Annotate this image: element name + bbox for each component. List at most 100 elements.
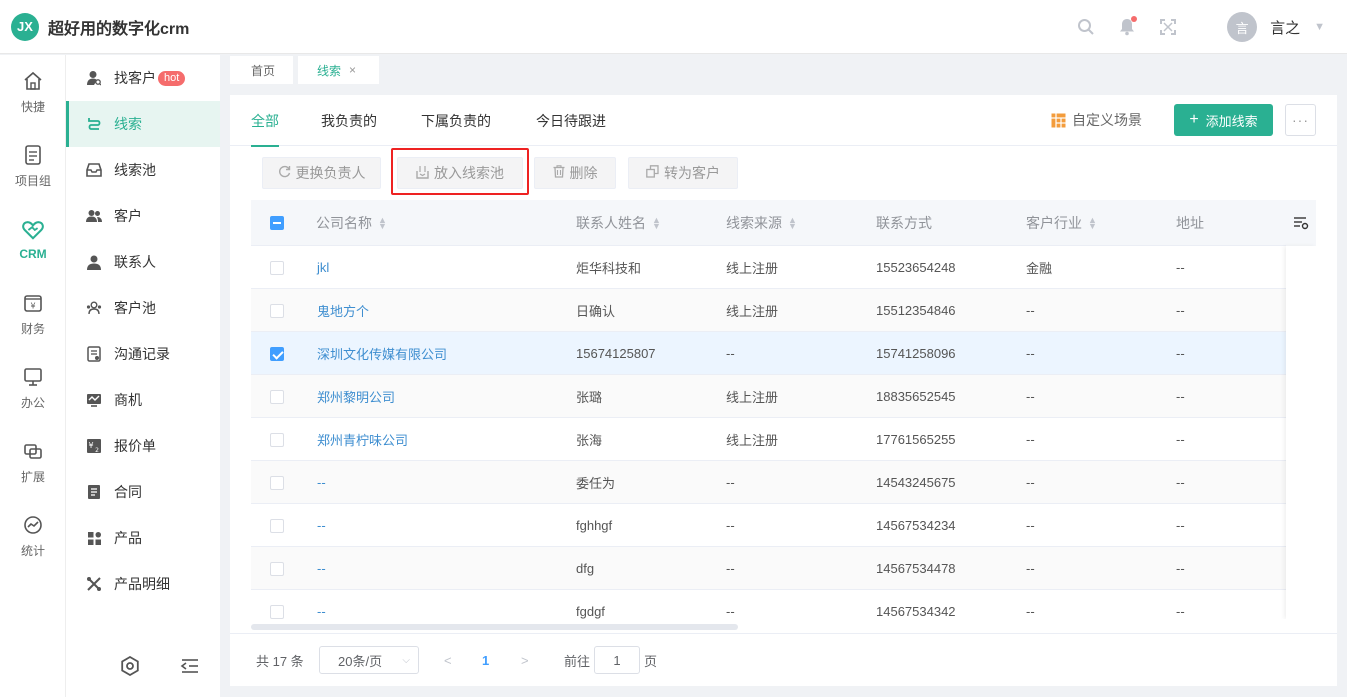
table-row[interactable]: 郑州青柠味公司 张海 线上注册 17761565255 -- --: [251, 418, 1316, 461]
submenu-item-find-customer[interactable]: 找客户 hot: [66, 55, 220, 101]
submenu-item-leads[interactable]: 线索: [66, 101, 220, 147]
row-checkbox[interactable]: [270, 519, 284, 533]
rail-label: 扩展: [20, 469, 45, 484]
next-page-icon[interactable]: >: [521, 653, 529, 668]
submenu-item-products[interactable]: 产品: [66, 515, 220, 561]
fullscreen-icon[interactable]: [1158, 17, 1178, 37]
rail-item-stats[interactable]: 统计: [0, 499, 66, 573]
change-owner-button[interactable]: 更换负责人: [262, 157, 381, 189]
delete-button[interactable]: 删除: [534, 157, 616, 189]
submenu-label: 产品明细: [114, 576, 170, 592]
company-name-link[interactable]: 郑州黎明公司: [317, 375, 395, 418]
contact-name: 炬华科技和: [576, 261, 642, 276]
prev-page-icon[interactable]: <: [444, 653, 452, 668]
company-name-link[interactable]: 深圳文化传媒有限公司: [317, 332, 447, 375]
add-lead-button[interactable]: + 添加线索: [1174, 104, 1273, 136]
table-row[interactable]: 鬼地方个 日确认 线上注册 15512354846 -- --: [251, 289, 1316, 332]
row-checkbox[interactable]: [270, 304, 284, 318]
industry: 金融: [1026, 261, 1053, 276]
submenu-item-customers[interactable]: 客户: [66, 193, 220, 239]
leads-table: 公司名称 ▲ ▼ 联系人姓名 ▲ ▼ 线索来源 ▲ ▼ 联系方式 客户行业 ▲ ▼ 地址: [251, 200, 1316, 619]
goto-page-input[interactable]: 1: [594, 646, 640, 674]
table-row[interactable]: -- 委任为 -- 14543245675 -- --: [251, 461, 1316, 504]
table-row[interactable]: jkl 炬华科技和 线上注册 15523654248 金融 --: [251, 246, 1316, 289]
user-name[interactable]: 言之: [1270, 17, 1300, 38]
contact-name: 张璐: [576, 390, 603, 405]
table-row[interactable]: -- fghhgf -- 14567534234 -- --: [251, 504, 1316, 547]
company-name-link[interactable]: --: [317, 504, 326, 547]
submenu-item-leads-pool[interactable]: 线索池: [66, 147, 220, 193]
custom-scene-button[interactable]: 自定义场景: [1051, 109, 1142, 131]
scene-tab-all[interactable]: 全部: [251, 95, 279, 147]
column-header[interactable]: 客户行业 ▲ ▼: [1026, 200, 1097, 246]
column-header[interactable]: 公司名称 ▲ ▼: [316, 200, 387, 246]
sort-icon[interactable]: ▲ ▼: [378, 216, 387, 231]
company-name-link[interactable]: --: [317, 547, 326, 590]
page-tab-home[interactable]: 首页: [230, 56, 293, 84]
lead-source: --: [726, 518, 735, 533]
avatar[interactable]: 言: [1227, 12, 1258, 42]
rail-item-project[interactable]: 项目组: [0, 129, 66, 203]
page-size-select[interactable]: 20条/页 ⌵: [319, 646, 419, 674]
address: --: [1176, 518, 1185, 533]
more-options-button[interactable]: ···: [1285, 104, 1316, 136]
convert-to-customer-button[interactable]: 转为客户: [628, 157, 738, 189]
select-all-checkbox[interactable]: [270, 216, 284, 230]
collapse-menu-icon[interactable]: [180, 656, 200, 676]
pagination: 共 17 条 20条/页 ⌵ < 1 > 前往 1 页: [230, 633, 1337, 686]
heart-handshake-icon: [22, 219, 44, 241]
contract-icon: [86, 484, 102, 500]
rail-item-finance[interactable]: ¥ 财务: [0, 277, 66, 351]
column-header[interactable]: 线索来源 ▲ ▼: [726, 200, 797, 246]
table-row[interactable]: 深圳文化传媒有限公司 15674125807 -- 15741258096 --…: [251, 332, 1316, 375]
rail-item-extend[interactable]: 扩展: [0, 425, 66, 499]
sort-icon[interactable]: ▲ ▼: [788, 216, 797, 231]
industry: --: [1026, 346, 1035, 361]
rail-item-crm[interactable]: CRM: [0, 203, 66, 277]
company-name-link[interactable]: --: [317, 590, 326, 619]
company-name-link[interactable]: 郑州青柠味公司: [317, 418, 408, 461]
table-row[interactable]: -- fgdgf -- 14567534342 -- --: [251, 590, 1316, 619]
sort-icon[interactable]: ▲ ▼: [1088, 216, 1097, 231]
rail-item-quick[interactable]: 快捷: [0, 55, 66, 129]
horizontal-scrollbar[interactable]: [251, 624, 738, 630]
submenu-item-product-details[interactable]: 产品明细: [66, 561, 220, 607]
column-header[interactable]: 联系人姓名 ▲ ▼: [576, 200, 661, 246]
close-icon[interactable]: ×: [349, 63, 356, 77]
submenu-item-contracts[interactable]: 合同: [66, 469, 220, 515]
extend-icon: [22, 440, 44, 462]
bell-icon[interactable]: [1117, 16, 1138, 37]
row-checkbox[interactable]: [270, 562, 284, 576]
scene-tab-subordinates[interactable]: 下属负责的: [421, 95, 491, 146]
submenu-item-quotes[interactable]: ¥2 报价单: [66, 423, 220, 469]
settings-icon[interactable]: [120, 655, 140, 677]
submenu-item-opportunities[interactable]: 商机: [66, 377, 220, 423]
row-checkbox[interactable]: [270, 605, 284, 619]
module-rail: 快捷 项目组 CRM ¥ 财务 办公 扩展 统计: [0, 55, 66, 697]
scene-tab-mine[interactable]: 我负责的: [321, 95, 377, 146]
column-settings-icon[interactable]: [1286, 200, 1316, 246]
rail-label: 办公: [20, 395, 45, 410]
chevron-down-icon: ⌵: [402, 654, 410, 666]
table-row[interactable]: -- dfg -- 14567534478 -- --: [251, 547, 1316, 590]
row-checkbox[interactable]: [270, 347, 284, 361]
submenu-item-communication[interactable]: 沟通记录: [66, 331, 220, 377]
sort-icon[interactable]: ▲ ▼: [652, 216, 661, 231]
search-icon[interactable]: [1076, 17, 1096, 37]
row-checkbox[interactable]: [270, 433, 284, 447]
submenu-item-customer-pool[interactable]: 客户池: [66, 285, 220, 331]
row-checkbox[interactable]: [270, 476, 284, 490]
rail-item-office[interactable]: 办公: [0, 351, 66, 425]
row-checkbox[interactable]: [270, 261, 284, 275]
table-row[interactable]: 郑州黎明公司 张璐 线上注册 18835652545 -- --: [251, 375, 1316, 418]
company-name-link[interactable]: 鬼地方个: [317, 289, 369, 332]
submenu-item-contacts[interactable]: 联系人: [66, 239, 220, 285]
page-tab-leads[interactable]: 线索 ×: [298, 56, 379, 84]
chevron-down-icon[interactable]: ▼: [1314, 21, 1325, 33]
company-name-link[interactable]: --: [317, 461, 326, 504]
company-name-link[interactable]: jkl: [317, 246, 329, 289]
row-checkbox[interactable]: [270, 390, 284, 404]
scene-tab-today-followup[interactable]: 今日待跟进: [536, 95, 606, 146]
contact-phone: 14567534234: [876, 518, 956, 533]
page-number[interactable]: 1: [482, 653, 489, 668]
